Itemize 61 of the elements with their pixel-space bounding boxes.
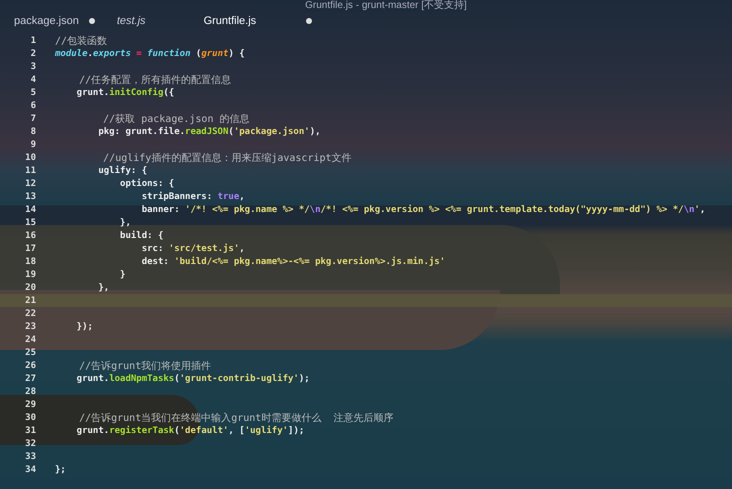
line-number: 13	[24, 192, 36, 202]
code-line: };	[55, 465, 66, 476]
code-line: src: 'src/test.js',	[140, 244, 245, 254]
code-line: //获取 package.json 的信息	[102, 112, 250, 126]
code-line: stripBanners: true,	[140, 192, 245, 202]
line-number: 2	[30, 48, 36, 59]
line-number: 32	[24, 438, 36, 449]
code-line: //uglify插件的配置信息：用来压缩javascript文件	[102, 152, 352, 165]
window-title: Gruntfile.js - grunt-master [不受支持]	[305, 0, 467, 12]
code-line: grunt.registerTask('default', ['uglify']);	[76, 426, 304, 436]
line-number: 33	[24, 452, 36, 462]
line-number: 7	[30, 114, 36, 124]
line-number: 25	[24, 348, 36, 358]
code-line: },	[119, 218, 131, 228]
line-number: 16	[24, 230, 36, 241]
line-number: 18	[24, 256, 36, 267]
line-number: 17	[24, 244, 36, 254]
file-tab[interactable]: package.json	[14, 15, 95, 27]
code-line: dest: 'build/<%= pkg.name%>-<%= pkg.version%>.js.min.js'	[140, 256, 446, 267]
line-number: 14	[24, 204, 36, 215]
line-number: 19	[24, 270, 36, 280]
line-number: 27	[24, 374, 36, 384]
code-line: grunt.loadNpmTasks('grunt-contrib-uglify');	[76, 374, 310, 384]
line-number: 30	[24, 412, 36, 423]
line-number: 5	[30, 88, 36, 98]
line-number: 1	[30, 36, 36, 46]
line-number: 20	[24, 282, 36, 293]
code-line: build: {	[119, 230, 164, 241]
code-line: grunt.initConfig({	[76, 88, 174, 98]
line-number: 15	[24, 218, 36, 228]
line-number: 21	[24, 296, 36, 306]
line-number: 11	[24, 166, 36, 176]
line-number: 23	[24, 322, 36, 332]
code-line: //告诉grunt当我们在终端中输入grunt时需要做什么 注意先后顺序	[78, 412, 394, 425]
line-number: 26	[24, 360, 36, 371]
code-line: module.exports = function (grunt) {	[55, 48, 245, 59]
line-number: 22	[24, 308, 36, 319]
code-line: options: {	[119, 178, 174, 189]
code-line: },	[97, 282, 110, 293]
line-number: 4	[30, 74, 36, 85]
code-line: pkg: grunt.file.readJSON('package.json'),	[97, 126, 321, 137]
line-number: 28	[24, 386, 36, 397]
line-number: 24	[24, 334, 36, 345]
code-line: }	[119, 270, 126, 280]
file-tab[interactable]: test.js	[116, 15, 146, 27]
line-number: 6	[30, 100, 36, 111]
line-number: 8	[30, 126, 36, 137]
code-line: //告诉grunt我们将使用插件	[78, 360, 212, 373]
line-number: 29	[24, 400, 36, 410]
code-line: //任务配置，所有插件的配置信息	[78, 74, 232, 87]
line-number: 3	[30, 62, 36, 72]
line-number: 10	[24, 152, 36, 163]
code-line: uglify: {	[97, 166, 148, 176]
line-number: 34	[24, 465, 36, 476]
line-number: 12	[24, 178, 36, 189]
line-number: 9	[30, 140, 36, 150]
code-line: banner: '/*! <%= pkg.name %> */\n/*! <%= pkg.version %> <%= grunt.template.today("yyyy-mm-dd") %> */\n',	[140, 204, 706, 215]
code-line: });	[76, 322, 93, 332]
file-tab[interactable]: Gruntfile.js	[204, 15, 312, 27]
code-line: //包装函数	[55, 34, 108, 48]
line-number: 31	[24, 426, 36, 436]
